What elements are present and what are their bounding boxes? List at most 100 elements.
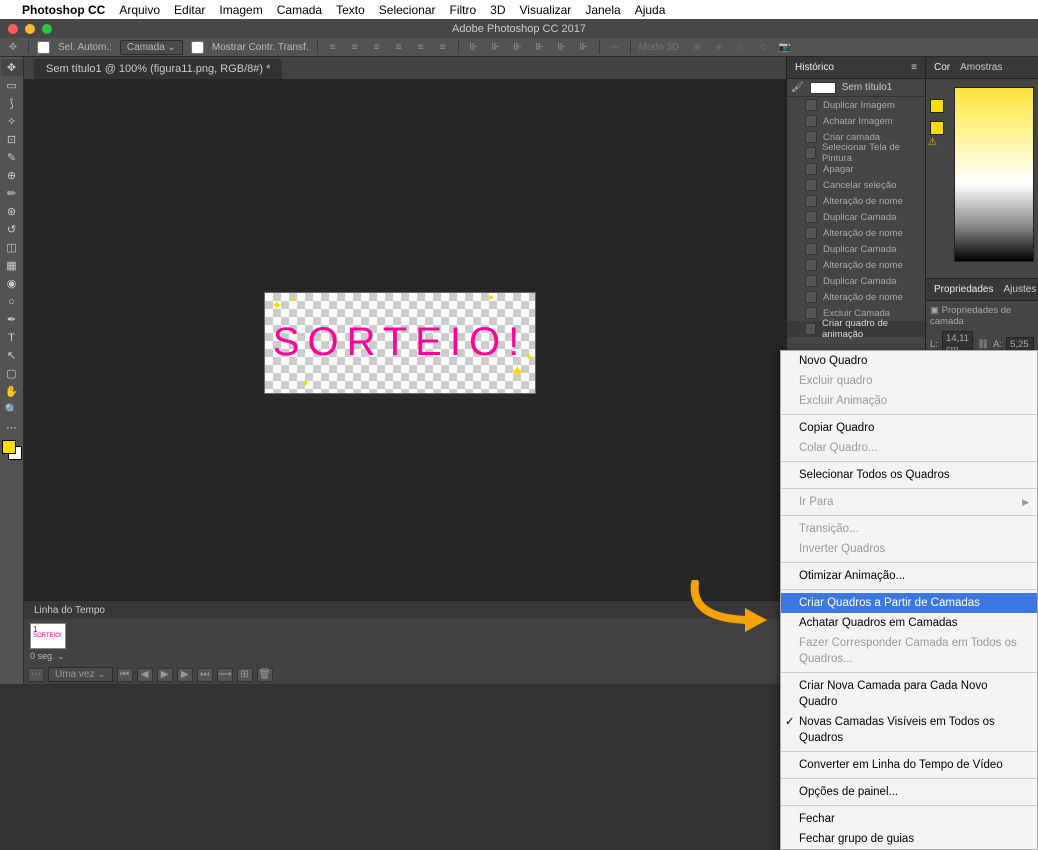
history-item[interactable]: Cancelar seleção bbox=[787, 177, 925, 193]
swatches-tab[interactable]: Amostras bbox=[960, 62, 1002, 73]
history-item[interactable]: Criar quadro de animação bbox=[787, 321, 925, 337]
crop-tool[interactable]: ⊡ bbox=[1, 131, 23, 148]
align-icon[interactable]: ≡ bbox=[370, 40, 384, 54]
menu-3d[interactable]: 3D bbox=[490, 3, 505, 17]
distribute-icon[interactable]: ⊪ bbox=[533, 40, 547, 54]
stamp-tool[interactable]: ⊛ bbox=[1, 203, 23, 220]
distribute-icon[interactable]: ⊪ bbox=[511, 40, 525, 54]
distribute-icon[interactable]: ⊪ bbox=[489, 40, 503, 54]
ellipsis-icon[interactable]: ⋯ bbox=[28, 668, 44, 682]
history-item[interactable]: Duplicar Camada bbox=[787, 273, 925, 289]
menu-imagem[interactable]: Imagem bbox=[219, 3, 262, 17]
hand-tool[interactable]: ✋ bbox=[1, 383, 23, 400]
history-tab[interactable]: Histórico bbox=[795, 62, 834, 73]
history-item[interactable]: Duplicar Camada bbox=[787, 209, 925, 225]
color-tab[interactable]: Cor bbox=[934, 62, 950, 73]
context-menu-item[interactable]: Opções de painel... bbox=[781, 782, 1037, 802]
shape-tool[interactable]: ▢ bbox=[1, 365, 23, 382]
properties-tab[interactable]: Propriedades bbox=[934, 284, 993, 295]
distribute-icon[interactable]: ⊪ bbox=[555, 40, 569, 54]
tween-icon[interactable]: ⟿ bbox=[217, 668, 233, 682]
next-frame-icon[interactable]: ▶ bbox=[177, 668, 193, 682]
animation-frame[interactable]: SORTEIO! 0 seg. ⌄ bbox=[30, 623, 66, 662]
distribute-icon[interactable]: ⊪ bbox=[577, 40, 591, 54]
menu-camada[interactable]: Camada bbox=[277, 3, 322, 17]
last-frame-icon[interactable]: ⏭ bbox=[197, 668, 213, 682]
context-menu-item[interactable]: Otimizar Animação... bbox=[781, 566, 1037, 586]
context-menu-item[interactable]: Achatar Quadros em Camadas bbox=[781, 613, 1037, 633]
type-tool[interactable]: T bbox=[1, 329, 23, 346]
wand-tool[interactable]: ✧ bbox=[1, 113, 23, 130]
blur-tool[interactable]: ◉ bbox=[1, 275, 23, 292]
context-menu-item[interactable]: Criar Quadros a Partir de Camadas bbox=[781, 593, 1037, 613]
frame-thumb[interactable]: SORTEIO! bbox=[30, 623, 66, 649]
autosel-dropdown[interactable]: Camada ⌄ bbox=[120, 40, 183, 55]
panel-menu-icon[interactable]: ≡ bbox=[911, 62, 917, 73]
path-tool[interactable]: ↖ bbox=[1, 347, 23, 364]
window-zoom-icon[interactable] bbox=[42, 24, 52, 34]
color-swatch[interactable] bbox=[2, 440, 22, 460]
autosel-checkbox[interactable] bbox=[37, 41, 50, 54]
menubar-app[interactable]: Photoshop CC bbox=[22, 3, 105, 17]
pen-tool[interactable]: ✒ bbox=[1, 311, 23, 328]
lasso-tool[interactable]: ⟆ bbox=[1, 95, 23, 112]
align-icon[interactable]: ≡ bbox=[436, 40, 450, 54]
brush-tool[interactable]: ✏ bbox=[1, 185, 23, 202]
menu-visualizar[interactable]: Visualizar bbox=[520, 3, 572, 17]
history-item[interactable]: Alteração de nome bbox=[787, 289, 925, 305]
history-item[interactable]: Alteração de nome bbox=[787, 225, 925, 241]
context-menu-item[interactable]: Converter em Linha do Tempo de Vídeo bbox=[781, 755, 1037, 775]
context-menu-item[interactable]: Selecionar Todos os Quadros bbox=[781, 465, 1037, 485]
frame-delay[interactable]: 0 seg. ⌄ bbox=[30, 651, 66, 662]
history-snapshot[interactable]: 🖌 Sem título1 bbox=[787, 79, 925, 97]
menu-arquivo[interactable]: Arquivo bbox=[119, 3, 160, 17]
context-menu-item[interactable]: Copiar Quadro bbox=[781, 418, 1037, 438]
history-item[interactable]: Alteração de nome bbox=[787, 193, 925, 209]
doc-tab[interactable]: Sem título1 @ 100% (figura11.png, RGB/8#… bbox=[34, 59, 282, 79]
dodge-tool[interactable]: ○ bbox=[1, 293, 23, 310]
bg-swatch[interactable] bbox=[930, 121, 944, 135]
marquee-tool[interactable]: ▭ bbox=[1, 77, 23, 94]
align-icon[interactable]: ≡ bbox=[392, 40, 406, 54]
menu-selecionar[interactable]: Selecionar bbox=[379, 3, 436, 17]
adjust-tab[interactable]: Ajustes bbox=[1003, 284, 1036, 295]
history-item[interactable]: Duplicar Camada bbox=[787, 241, 925, 257]
menu-texto[interactable]: Texto bbox=[336, 3, 365, 17]
play-icon[interactable]: ▶ bbox=[157, 668, 173, 682]
ellipsis-icon[interactable]: ⋯ bbox=[608, 40, 622, 54]
history-item[interactable]: Alteração de nome bbox=[787, 257, 925, 273]
align-icon[interactable]: ≡ bbox=[348, 40, 362, 54]
zoom-tool[interactable]: 🔍 bbox=[1, 401, 23, 418]
context-menu-item[interactable]: Fechar bbox=[781, 809, 1037, 829]
align-icon[interactable]: ≡ bbox=[326, 40, 340, 54]
gradient-tool[interactable]: ▦ bbox=[1, 257, 23, 274]
align-icon[interactable]: ≡ bbox=[414, 40, 428, 54]
delete-frame-icon[interactable]: 🗑 bbox=[257, 668, 273, 682]
menu-janela[interactable]: Janela bbox=[585, 3, 620, 17]
history-item[interactable]: Duplicar Imagem bbox=[787, 97, 925, 113]
context-menu-item[interactable]: Fechar grupo de guias bbox=[781, 829, 1037, 849]
loop-dropdown[interactable]: Uma vez ⌄ bbox=[48, 667, 113, 682]
context-menu-item[interactable]: Criar Nova Camada para Cada Novo Quadro bbox=[781, 676, 1037, 712]
history-brush-tool[interactable]: ↺ bbox=[1, 221, 23, 238]
eraser-tool[interactable]: ◫ bbox=[1, 239, 23, 256]
context-menu-item[interactable]: Novas Camadas Visíveis em Todos os Quadr… bbox=[781, 712, 1037, 748]
distribute-icon[interactable]: ⊪ bbox=[467, 40, 481, 54]
showtransform-checkbox[interactable] bbox=[191, 41, 204, 54]
more-tools[interactable]: ⋯ bbox=[1, 419, 23, 436]
history-item[interactable]: Achatar Imagem bbox=[787, 113, 925, 129]
eyedropper-tool[interactable]: ✎ bbox=[1, 149, 23, 166]
canvas[interactable]: ✦ ✦ ✦ ✦ ✦ ✦ SORTEIO! bbox=[264, 292, 536, 394]
prev-frame-icon[interactable]: ◀ bbox=[137, 668, 153, 682]
link-icon[interactable]: ⛓ bbox=[977, 339, 989, 350]
new-frame-icon[interactable]: ⊞ bbox=[237, 668, 253, 682]
color-picker[interactable] bbox=[954, 87, 1034, 262]
context-menu-item[interactable]: Novo Quadro bbox=[781, 351, 1037, 371]
menu-editar[interactable]: Editar bbox=[174, 3, 205, 17]
history-item[interactable]: Selecionar Tela de Pintura bbox=[787, 145, 925, 161]
window-close-icon[interactable] bbox=[8, 24, 18, 34]
move-tool[interactable]: ✥ bbox=[1, 59, 23, 76]
menu-ajuda[interactable]: Ajuda bbox=[635, 3, 666, 17]
first-frame-icon[interactable]: ⏮ bbox=[117, 668, 133, 682]
fg-swatch[interactable] bbox=[930, 99, 944, 113]
